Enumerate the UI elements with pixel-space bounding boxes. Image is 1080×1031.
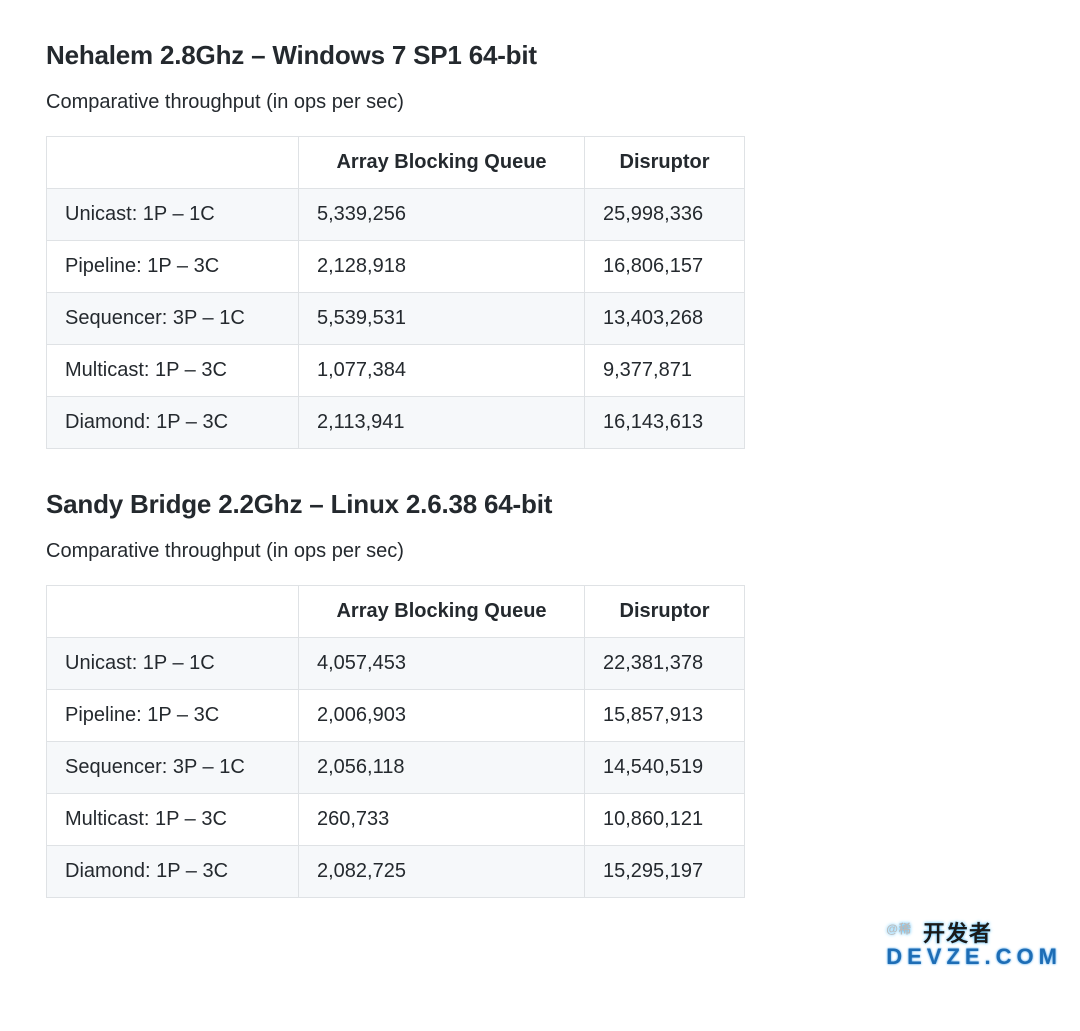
row-abq: 2,128,918 <box>299 241 585 293</box>
row-label: Pipeline: 1P – 3C <box>47 241 299 293</box>
benchmark-section-nehalem: Nehalem 2.8Ghz – Windows 7 SP1 64-bit Co… <box>46 40 1034 449</box>
table-row: Pipeline: 1P – 3C 2,128,918 16,806,157 <box>47 241 745 293</box>
section-subtitle: Comparative throughput (in ops per sec) <box>46 91 1034 114</box>
row-disruptor: 10,860,121 <box>585 794 745 846</box>
row-label: Multicast: 1P – 3C <box>47 794 299 846</box>
watermark-line1: 开发者 <box>923 921 992 946</box>
row-abq: 2,082,725 <box>299 846 585 898</box>
row-label: Unicast: 1P – 1C <box>47 189 299 241</box>
table-row: Diamond: 1P – 3C 2,082,725 15,295,197 <box>47 846 745 898</box>
row-disruptor: 16,806,157 <box>585 241 745 293</box>
row-abq: 1,077,384 <box>299 345 585 397</box>
row-abq: 4,057,453 <box>299 638 585 690</box>
row-label: Diamond: 1P – 3C <box>47 397 299 449</box>
table-row: Sequencer: 3P – 1C 5,539,531 13,403,268 <box>47 293 745 345</box>
row-label: Diamond: 1P – 3C <box>47 846 299 898</box>
row-disruptor: 25,998,336 <box>585 189 745 241</box>
table-row: Unicast: 1P – 1C 4,057,453 22,381,378 <box>47 638 745 690</box>
table-header-disruptor: Disruptor <box>585 586 745 638</box>
table-row: Multicast: 1P – 3C 260,733 10,860,121 <box>47 794 745 846</box>
row-abq: 5,339,256 <box>299 189 585 241</box>
row-label: Pipeline: 1P – 3C <box>47 690 299 742</box>
table-row: Sequencer: 3P – 1C 2,056,118 14,540,519 <box>47 742 745 794</box>
row-abq: 5,539,531 <box>299 293 585 345</box>
table-header-empty <box>47 586 299 638</box>
table-header-abq: Array Blocking Queue <box>299 586 585 638</box>
watermark-prefix: @稀 <box>886 922 912 936</box>
benchmark-table: Array Blocking Queue Disruptor Unicast: … <box>46 136 745 449</box>
watermark-logo: @稀 开发者 DEVZE.COM <box>886 916 1062 970</box>
row-disruptor: 13,403,268 <box>585 293 745 345</box>
table-row: Multicast: 1P – 3C 1,077,384 9,377,871 <box>47 345 745 397</box>
row-disruptor: 22,381,378 <box>585 638 745 690</box>
row-abq: 2,006,903 <box>299 690 585 742</box>
row-label: Unicast: 1P – 1C <box>47 638 299 690</box>
watermark-line2: DEVZE.COM <box>886 944 1062 970</box>
table-row: Diamond: 1P – 3C 2,113,941 16,143,613 <box>47 397 745 449</box>
row-disruptor: 15,295,197 <box>585 846 745 898</box>
row-disruptor: 16,143,613 <box>585 397 745 449</box>
benchmark-section-sandybridge: Sandy Bridge 2.2Ghz – Linux 2.6.38 64-bi… <box>46 489 1034 898</box>
row-label: Multicast: 1P – 3C <box>47 345 299 397</box>
row-abq: 2,056,118 <box>299 742 585 794</box>
table-row: Pipeline: 1P – 3C 2,006,903 15,857,913 <box>47 690 745 742</box>
row-label: Sequencer: 3P – 1C <box>47 293 299 345</box>
section-title: Sandy Bridge 2.2Ghz – Linux 2.6.38 64-bi… <box>46 489 1034 520</box>
row-disruptor: 15,857,913 <box>585 690 745 742</box>
row-disruptor: 14,540,519 <box>585 742 745 794</box>
table-row: Unicast: 1P – 1C 5,339,256 25,998,336 <box>47 189 745 241</box>
row-abq: 2,113,941 <box>299 397 585 449</box>
table-header-empty <box>47 137 299 189</box>
row-label: Sequencer: 3P – 1C <box>47 742 299 794</box>
row-abq: 260,733 <box>299 794 585 846</box>
benchmark-table: Array Blocking Queue Disruptor Unicast: … <box>46 585 745 898</box>
row-disruptor: 9,377,871 <box>585 345 745 397</box>
table-header-disruptor: Disruptor <box>585 137 745 189</box>
table-header-abq: Array Blocking Queue <box>299 137 585 189</box>
section-title: Nehalem 2.8Ghz – Windows 7 SP1 64-bit <box>46 40 1034 71</box>
section-subtitle: Comparative throughput (in ops per sec) <box>46 540 1034 563</box>
